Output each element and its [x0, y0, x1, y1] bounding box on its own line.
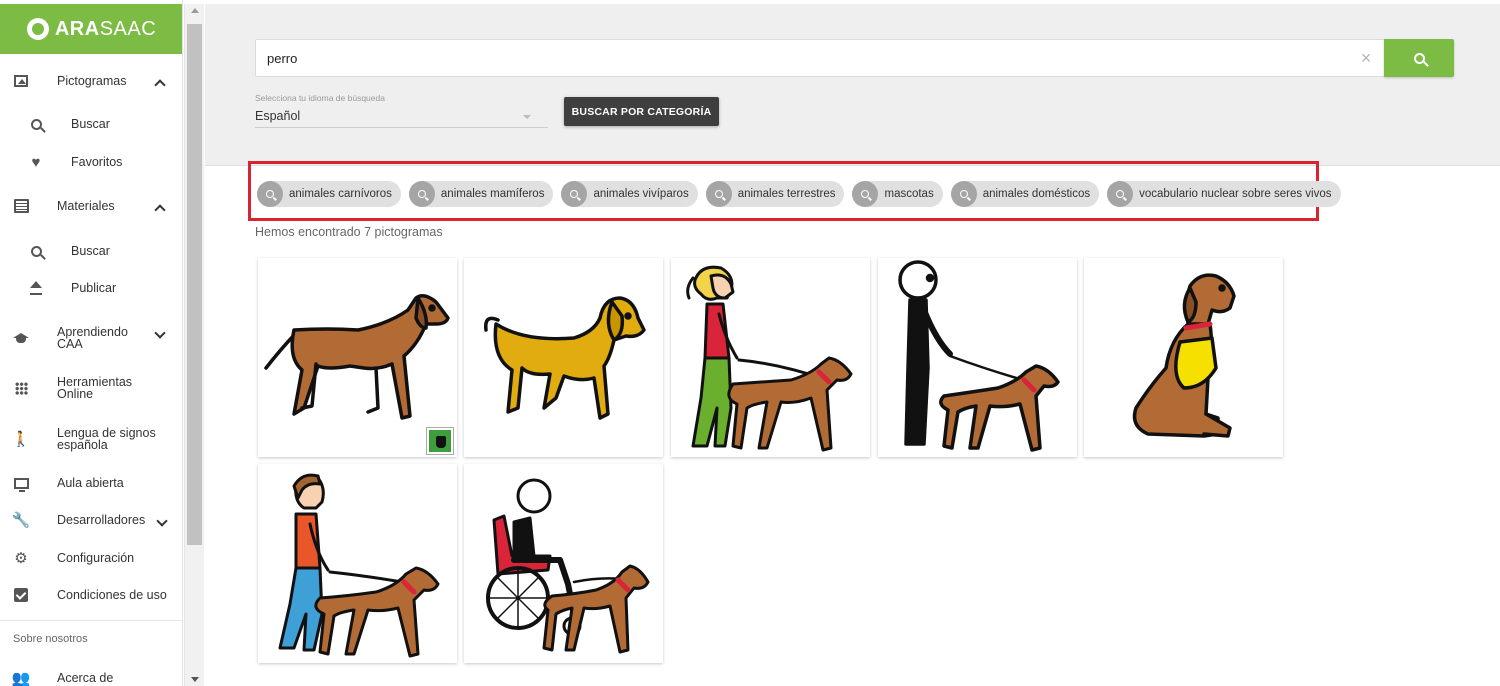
pictogram-person-walking-dog — [898, 260, 1060, 452]
sidebar-item-label: Buscar — [71, 117, 110, 131]
pictogram-card[interactable] — [464, 464, 663, 663]
sidebar-item-configuracion[interactable]: ⚙ Configuración — [0, 549, 182, 567]
pictogram-wheelchair-user-with-dog — [486, 478, 650, 654]
sidebar: ARASAAC Pictogramas Buscar ♥ Favoritos M… — [0, 0, 183, 686]
sidebar-item-label: Aula abierta — [57, 476, 124, 490]
arasaac-logo-icon — [26, 18, 49, 40]
dropdown-caret-icon — [523, 115, 531, 119]
sidebar-divider — [0, 620, 182, 621]
sidebar-item-label: Pictogramas — [57, 74, 127, 88]
scroll-up-arrow-icon[interactable] — [191, 8, 199, 13]
tag-chip[interactable]: animales terrestres — [705, 181, 845, 207]
sidebar-item-label: Materiales — [57, 199, 115, 213]
sidebar-item-pictogramas[interactable]: Pictogramas — [0, 72, 182, 90]
sidebar-item-label: Acerca de — [57, 671, 114, 685]
people-icon: 👥 — [11, 669, 31, 686]
search-input[interactable] — [256, 40, 1346, 76]
sidebar-item-materiales-buscar[interactable]: Buscar — [0, 242, 182, 260]
pictogram-card[interactable] — [671, 258, 870, 457]
sidebar-item-aprendiendo-caa[interactable]: Aprendiendo CAA — [0, 324, 182, 352]
scroll-down-arrow-icon[interactable] — [191, 677, 199, 682]
search-icon — [1413, 52, 1425, 64]
sidebar-item-lengua-signos[interactable]: 🚶 Lengua de signos española — [0, 425, 182, 453]
tag-chip[interactable]: vocabulario nuclear sobre seres vivos — [1107, 181, 1341, 207]
pictogram-card[interactable] — [878, 258, 1077, 457]
upload-icon — [27, 279, 45, 297]
language-select-label: Selecciona tu idioma de búsqueda — [255, 93, 385, 103]
chevron-up-icon[interactable] — [154, 75, 166, 87]
sidebar-item-condiciones[interactable]: Condiciones de uso — [0, 586, 182, 604]
sidebar-item-label: Condiciones de uso — [57, 588, 167, 602]
tag-chip[interactable]: animales mamíferos — [408, 181, 554, 207]
apps-icon — [12, 379, 30, 397]
results-count: Hemos encontrado 7 pictogramas — [255, 225, 443, 239]
search-icon — [1107, 181, 1134, 207]
pictogram-card[interactable] — [464, 258, 663, 457]
scroll-thumb[interactable] — [187, 24, 202, 545]
checkbox-icon — [12, 586, 30, 604]
sidebar-item-favoritos[interactable]: ♥ Favoritos — [0, 153, 182, 171]
pictogram-card[interactable] — [258, 258, 457, 457]
search-icon — [408, 181, 435, 207]
pictogram-card[interactable] — [258, 464, 457, 663]
language-select[interactable]: Español — [255, 106, 548, 128]
search-by-category-button[interactable]: BUSCAR POR CATEGORÍA — [564, 97, 719, 126]
search-button[interactable] — [1384, 39, 1454, 77]
related-tags: animales carnívoros animales mamíferos a… — [257, 181, 1341, 207]
pictogram-girl-walking-dog — [686, 265, 853, 452]
chevron-up-icon[interactable] — [154, 200, 166, 212]
sidebar-item-label: Lengua de signos española — [57, 426, 156, 452]
tag-chip[interactable]: animales carnívoros — [257, 181, 401, 207]
tag-chip[interactable]: mascotas — [852, 181, 943, 207]
section-label-sobre-nosotros: Sobre nosotros — [13, 633, 88, 645]
search-box: × — [255, 39, 1384, 77]
pictogram-card[interactable] — [1084, 258, 1283, 457]
search-icon — [561, 181, 588, 207]
sidebar-item-label: Aprendiendo CAA — [57, 325, 128, 351]
brand-logo[interactable]: ARASAAC — [0, 4, 182, 54]
tag-chip[interactable]: animales vivíparos — [561, 181, 698, 207]
language-selected-value: Español — [255, 109, 301, 123]
search-icon — [27, 242, 45, 260]
library-books-icon — [12, 197, 30, 215]
monitor-icon — [12, 474, 30, 492]
school-icon — [12, 329, 30, 347]
heart-icon: ♥ — [31, 153, 41, 171]
chevron-down-icon[interactable] — [156, 514, 168, 526]
search-icon — [705, 181, 732, 207]
sidebar-item-pictogramas-buscar[interactable]: Buscar — [0, 115, 182, 133]
sidebar-item-label: Publicar — [71, 281, 117, 295]
app-window: ARASAAC Pictogramas Buscar ♥ Favoritos M… — [0, 0, 1500, 686]
sidebar-item-acerca-de[interactable]: 👥 Acerca de — [0, 669, 182, 686]
image-icon — [12, 72, 30, 90]
sidebar-item-label: Favoritos — [71, 155, 123, 169]
touch-hand-icon — [427, 428, 453, 454]
brand-name: ARASAAC — [54, 17, 157, 40]
sidebar-item-aula-abierta[interactable]: Aula abierta — [0, 474, 182, 492]
sidebar-item-herramientas-online[interactable]: Herramientas Online — [0, 374, 182, 402]
search-panel — [205, 4, 1500, 166]
wrench-icon: 🔧 — [11, 511, 31, 529]
search-icon — [27, 115, 45, 133]
search-icon — [257, 181, 283, 207]
sidebar-item-publicar[interactable]: Publicar — [0, 279, 182, 297]
pictogram-boy-walking-dog — [278, 473, 440, 658]
sidebar-item-label: Herramientas Online — [57, 375, 133, 401]
sidebar-item-label: Buscar — [71, 244, 110, 258]
pictogram-yellow-dog — [484, 296, 646, 420]
gear-icon: ⚙ — [14, 549, 28, 567]
sidebar-item-desarrolladores[interactable]: 🔧 Desarrolladores — [0, 511, 182, 529]
close-icon[interactable]: × — [1357, 49, 1375, 67]
sidebar-item-materiales[interactable]: Materiales — [0, 197, 182, 215]
sign-language-icon: 🚶 — [11, 430, 31, 448]
tag-chip[interactable]: animales domésticos — [950, 181, 1100, 207]
pictogram-sitting-assistance-dog — [1132, 273, 1236, 438]
sidebar-item-label: Configuración — [57, 551, 135, 565]
search-icon — [950, 181, 977, 207]
chevron-down-icon[interactable] — [154, 326, 166, 338]
sidebar-scrollbar[interactable] — [184, 4, 204, 686]
sidebar-item-label: Desarrolladores — [57, 513, 146, 527]
search-icon — [852, 181, 879, 207]
